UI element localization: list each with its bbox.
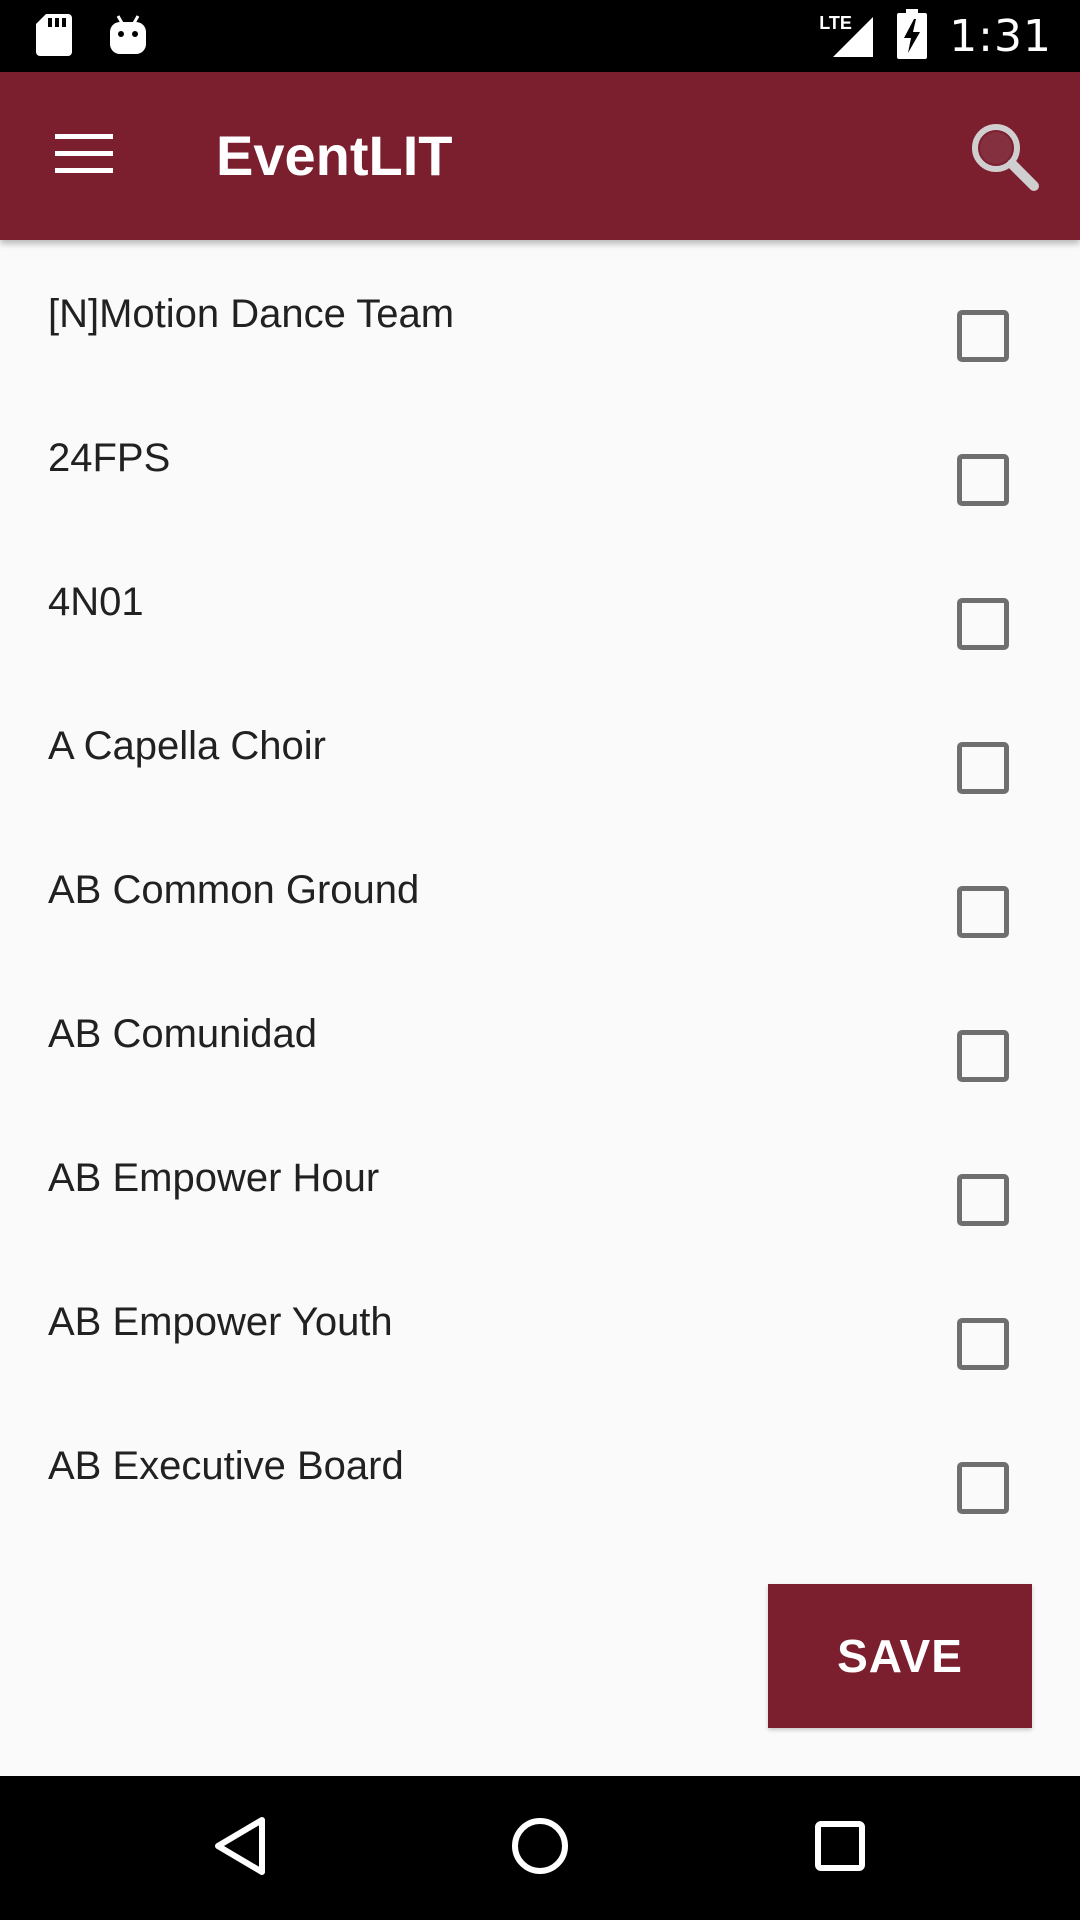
list-item[interactable]: [N]Motion Dance Team: [0, 240, 1080, 384]
list-item[interactable]: AB Empower Hour: [0, 1104, 1080, 1248]
list-item-checkbox[interactable]: [957, 310, 1009, 362]
list-item[interactable]: A Capella Choir: [0, 672, 1080, 816]
hamburger-menu-icon: [55, 133, 113, 179]
list-item-label: 4N01: [48, 580, 144, 624]
list-item-label: AB Empower Hour: [48, 1156, 380, 1200]
status-right-icons: LTE 1:31: [819, 8, 1052, 64]
list-item-label: AB Executive Board: [48, 1444, 404, 1488]
sd-card-icon: [36, 14, 72, 61]
screen: LTE 1:31 EventLIT [N]Motion Dance Team 2…: [0, 0, 1080, 1920]
list-item-checkbox[interactable]: [957, 886, 1009, 938]
list-item-label: [N]Motion Dance Team: [48, 292, 455, 336]
search-button[interactable]: [954, 108, 1054, 208]
back-button[interactable]: [190, 1798, 290, 1898]
list-item[interactable]: 4N01: [0, 528, 1080, 672]
home-button[interactable]: [490, 1798, 590, 1898]
back-icon: [212, 1816, 268, 1881]
app-title: EventLIT: [216, 124, 453, 187]
menu-button[interactable]: [30, 108, 138, 204]
list-item-checkbox[interactable]: [957, 1462, 1009, 1514]
save-button[interactable]: SAVE: [768, 1584, 1032, 1728]
list-item-checkbox[interactable]: [957, 1174, 1009, 1226]
app-bar: EventLIT: [0, 72, 1080, 240]
list-item-checkbox[interactable]: [957, 1030, 1009, 1082]
nav-bar: [0, 1776, 1080, 1920]
list-item-label: AB Common Ground: [48, 868, 420, 912]
recents-button[interactable]: [790, 1798, 890, 1898]
list-item[interactable]: AB Comunidad: [0, 960, 1080, 1104]
status-left-icons: [36, 14, 146, 61]
list-item-checkbox[interactable]: [957, 1318, 1009, 1370]
battery-charging-icon: [897, 8, 928, 64]
list-item-checkbox[interactable]: [957, 742, 1009, 794]
search-icon: [968, 120, 1040, 197]
status-time: 1:31: [949, 10, 1052, 62]
list-item-label: AB Comunidad: [48, 1012, 318, 1056]
home-icon: [510, 1816, 570, 1881]
list-item[interactable]: 24FPS: [0, 384, 1080, 528]
list-item-checkbox[interactable]: [957, 598, 1009, 650]
list-item-label: 24FPS: [48, 436, 171, 480]
list-item[interactable]: AB Executive Board: [0, 1392, 1080, 1536]
recents-icon: [814, 1820, 866, 1877]
android-debug-icon: [110, 14, 146, 61]
lte-label: LTE: [819, 13, 852, 33]
list-item[interactable]: AB Common Ground: [0, 816, 1080, 960]
list-item[interactable]: AB Empower Youth: [0, 1248, 1080, 1392]
list-item-label: A Capella Choir: [48, 724, 326, 768]
list-item-checkbox[interactable]: [957, 454, 1009, 506]
lte-signal-icon: LTE: [819, 11, 875, 61]
status-bar: LTE 1:31: [0, 0, 1080, 72]
list-item-label: AB Empower Youth: [48, 1300, 393, 1344]
club-list: [N]Motion Dance Team 24FPS 4N01 A Capell…: [0, 240, 1080, 1536]
